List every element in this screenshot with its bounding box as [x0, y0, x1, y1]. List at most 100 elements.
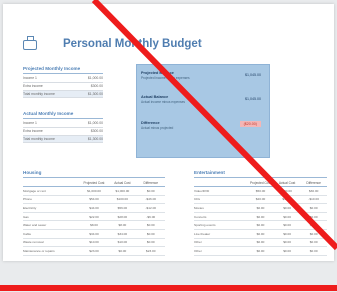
row-value: $0.00 — [146, 240, 155, 245]
row-value: $0.00 — [256, 240, 265, 245]
row-value: $0.00 — [283, 248, 291, 253]
row-value: -$10.00 — [308, 197, 319, 202]
actual-income-table: Income 1 $1,000.00 Extra income $300.00 To… — [23, 120, 103, 144]
table-row: Electricity $44.00 $56.00 -$12.00 — [23, 204, 165, 213]
row-value: $23.00 — [146, 248, 156, 253]
row-value: $23.00 — [89, 248, 99, 253]
row-value: $10.00 — [117, 240, 128, 245]
row-label: Phone — [23, 197, 32, 202]
row-value: $0.00 — [118, 248, 127, 253]
table-row: Video/DVD $50.00 $20.00 $30.00 — [194, 187, 327, 196]
row-value: $8.00 — [90, 223, 98, 228]
table-row: Water and sewer $8.00 $8.00 $0.00 — [23, 221, 165, 230]
row-value: $20.00 — [282, 188, 292, 193]
table-header: Projected Cost Actual Cost Difference — [23, 174, 165, 187]
table-row: Live theater $0.00 $0.00 $0.00 — [194, 230, 327, 239]
row-value: $0.00 — [283, 223, 291, 228]
row-label: Cable — [23, 231, 32, 236]
row-value: -$12.00 — [145, 205, 157, 210]
row-value: $50.00 — [255, 188, 266, 193]
row-value: $54.00 — [89, 197, 99, 202]
projected-income-heading: Projected Monthly Income — [23, 66, 81, 71]
table-row-total: Total monthly income $1,300.00 — [23, 90, 103, 99]
row-value: $0.00 — [256, 214, 265, 219]
actual-income-heading: Actual Monthly Income — [23, 111, 74, 116]
wallet-icon — [23, 36, 37, 50]
row-label: CDs — [194, 197, 201, 202]
difference-balance: Difference Actual minus projected ($20.0… — [141, 121, 261, 130]
actual-balance: Actual Balance Actual income minus expen… — [141, 95, 261, 104]
table-row: Gas $22.00 $28.00 -$6.00 — [23, 213, 165, 222]
row-value: $0.00 — [309, 240, 318, 245]
row-value: $34.00 — [117, 231, 128, 236]
row-value: $0.00 — [309, 205, 318, 210]
row-value: $0.00 — [256, 231, 265, 236]
table-row: Extra income $300.00 — [23, 128, 103, 136]
row-label: Concerts — [194, 214, 207, 219]
projected-income-table: Income 1 $1,000.00 Extra income $300.00 To… — [23, 75, 103, 99]
table-row: Other $0.00 $0.00 $0.00 — [194, 247, 327, 256]
row-value: $1,000.00 — [87, 188, 101, 193]
row-value: $30.00 — [308, 188, 319, 193]
table-row: Cable $34.00 $34.00 $0.00 — [23, 230, 165, 239]
row-value: $0.00 — [256, 248, 265, 253]
row-value: $44.00 — [89, 205, 99, 210]
row-value: $0.00 — [283, 240, 291, 245]
row-label: Water and sewer — [23, 223, 47, 228]
budget-sheet: Personal Monthly Budget Projected Monthl… — [3, 4, 334, 261]
difference-value-badge: ($20.00) — [239, 121, 261, 127]
table-row: Extra income $300.00 — [23, 83, 103, 91]
row-label: Other — [194, 240, 202, 245]
row-label: Live theater — [194, 231, 211, 236]
row-value: $1,000.00 — [115, 188, 130, 193]
row-value: $0.00 — [256, 205, 265, 210]
table-row: Maintenance or repairs $23.00 $0.00 $23.00 — [23, 247, 165, 256]
row-value: $0.00 — [146, 188, 155, 193]
row-value: $56.00 — [117, 205, 128, 210]
row-value: -$46.00 — [145, 197, 157, 202]
row-label: Sporting events — [194, 223, 216, 228]
actual-income-rule — [23, 118, 103, 119]
row-label: Video/DVD — [194, 188, 210, 193]
row-value: $30.00 — [282, 197, 292, 202]
row-value: $0.00 — [256, 223, 265, 228]
row-value: $0.00 — [309, 231, 318, 236]
row-value: $10.00 — [89, 240, 99, 245]
row-value: $100.00 — [116, 197, 128, 202]
row-label: Waste removal — [23, 240, 44, 245]
row-value: $0.00 — [309, 223, 318, 228]
row-label: Gas — [23, 214, 29, 219]
table-row: Income 1 $1,000.00 — [23, 120, 103, 128]
row-value: $0.00 — [146, 231, 155, 236]
row-label: Mortgage or rent — [23, 188, 46, 193]
row-value: $0.00 — [283, 231, 291, 236]
row-label: Other — [194, 248, 202, 253]
housing-table: Projected Cost Actual Cost Difference Mo… — [23, 174, 165, 256]
row-value: $0.00 — [146, 223, 155, 228]
row-label: Electricity — [23, 205, 37, 210]
table-row: Income 1 $1,000.00 — [23, 75, 103, 83]
row-label: Movies — [194, 205, 204, 210]
row-value: $0.00 — [283, 205, 291, 210]
table-row: Sporting events $0.00 $0.00 $0.00 — [194, 221, 327, 230]
table-row-total: Total monthly income $1,300.00 — [23, 135, 103, 144]
row-value: $0.00 — [283, 214, 291, 219]
table-row: Movies $0.00 $0.00 $0.00 — [194, 204, 327, 213]
projected-income-rule — [23, 73, 103, 74]
table-row: Other $0.00 $0.00 $0.00 — [194, 239, 327, 248]
row-value: $22.00 — [89, 214, 99, 219]
row-value: -$6.00 — [146, 214, 156, 219]
projected-balance: Projected Balance Projected income minus… — [141, 71, 261, 80]
row-value: $34.00 — [89, 231, 99, 236]
table-row: Mortgage or rent $1,000.00 $1,000.00 $0.00 — [23, 187, 165, 196]
row-value: $20.00 — [255, 197, 266, 202]
row-value: $0.00 — [309, 214, 318, 219]
balance-summary-panel: Projected Balance Projected income minus… — [136, 64, 270, 158]
table-row: Phone $54.00 $100.00 -$46.00 — [23, 196, 165, 205]
table-row: CDs $20.00 $30.00 -$10.00 — [194, 196, 327, 205]
table-row: Waste removal $10.00 $10.00 $0.00 — [23, 239, 165, 248]
row-value: $0.00 — [309, 248, 318, 253]
row-label: Maintenance or repairs — [23, 248, 55, 253]
row-value: $8.00 — [118, 223, 127, 228]
table-row: Concerts $0.00 $0.00 $0.00 — [194, 213, 327, 222]
